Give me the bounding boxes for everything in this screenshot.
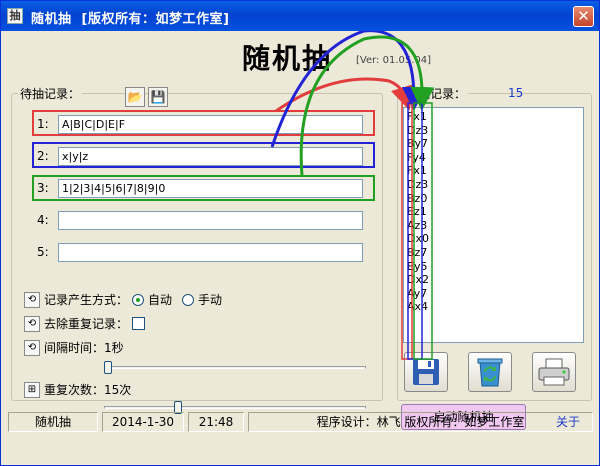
dedup-label: 去除重复记录： <box>44 317 129 331</box>
version-label: [Ver: 01.05.04] <box>356 55 432 66</box>
mode-auto-radio[interactable] <box>132 293 145 306</box>
floppy-icon <box>413 359 439 385</box>
dedup-checkbox[interactable] <box>132 317 146 330</box>
close-button[interactable]: ✕ <box>573 6 594 27</box>
drawn-item[interactable]: Ay7 <box>407 287 580 301</box>
repeat-label: 重复次数：15次 <box>44 383 132 397</box>
drawn-item[interactable]: Fy4 <box>407 151 580 165</box>
save-button[interactable]: 💾 <box>148 87 168 107</box>
interval-slider-thumb[interactable] <box>104 361 112 374</box>
status-app: 随机抽 <box>8 412 98 432</box>
drawn-legend: 已抽记录： <box>404 85 469 102</box>
row-1-highlight <box>32 110 375 136</box>
window-title: 随机抽 [版权所有：如梦工作室] <box>31 12 230 27</box>
drawn-item[interactable]: Ez1 <box>407 205 580 219</box>
main-panel: 随机抽 [Ver: 01.05.04] 待抽记录： 📂 💾 1: A|B|C|D… <box>4 31 597 463</box>
row-3-highlight <box>32 175 375 201</box>
open-folder-button[interactable]: 📂 <box>125 87 145 107</box>
status-credits: 程序设计：林飞 版权所有：如梦工作室 <box>248 412 593 432</box>
row-5-input[interactable] <box>58 243 363 262</box>
print-button[interactable] <box>532 352 576 392</box>
drawn-item[interactable]: Ey5 <box>407 260 580 274</box>
dedup-option: ⟲ 去除重复记录： <box>24 315 146 332</box>
pending-legend: 待抽记录： <box>18 85 83 102</box>
status-time: 21:48 <box>188 412 244 432</box>
drawn-item[interactable]: Dz3 <box>407 178 580 192</box>
mode-label: 记录产生方式： <box>44 293 129 307</box>
drawn-item[interactable]: Ax4 <box>407 300 580 314</box>
option-icon: ⟲ <box>24 339 40 356</box>
drawn-item[interactable]: Dx2 <box>407 273 580 287</box>
drawn-item[interactable]: Dz3 <box>407 124 580 138</box>
drawn-count: 15 <box>508 86 524 100</box>
title-bar[interactable]: 抽 随机抽 [版权所有：如梦工作室] ✕ <box>1 1 599 31</box>
row-5-number: 5: <box>37 245 49 259</box>
drawn-item[interactable]: Dx0 <box>407 232 580 246</box>
drawn-item[interactable]: Bz7 <box>407 246 580 260</box>
drawn-item[interactable]: Bz0 <box>407 192 580 206</box>
row-4-number: 4: <box>37 213 49 227</box>
option-icon: ⟲ <box>24 315 40 332</box>
option-icon: ⟲ <box>24 291 40 308</box>
interval-label: 间隔时间：1秒 <box>44 341 124 355</box>
row-4-input[interactable] <box>58 211 363 230</box>
save-icon: 💾 <box>150 90 166 104</box>
drawn-item[interactable]: Fx1 <box>407 164 580 178</box>
printer-icon <box>538 358 570 386</box>
interval-option: ⟲ 间隔时间：1秒 <box>24 339 124 356</box>
app-window: 抽 随机抽 [版权所有：如梦工作室] ✕ 随机抽 [Ver: 01.05.04]… <box>0 0 600 466</box>
recycle-icon <box>477 358 503 387</box>
drawn-item[interactable]: Fx1 <box>407 110 580 124</box>
interval-slider[interactable] <box>104 359 366 379</box>
app-icon: 抽 <box>7 8 23 24</box>
page-title: 随机抽 <box>242 42 333 75</box>
clear-button[interactable] <box>468 352 512 392</box>
mode-manual-label[interactable]: 手动 <box>198 291 222 308</box>
save-result-button[interactable] <box>404 352 448 392</box>
open-folder-icon: 📂 <box>127 90 143 104</box>
status-bar: 随机抽 2014-1-30 21:48 程序设计：林飞 版权所有：如梦工作室 <box>4 410 595 432</box>
mode-option: ⟲ 记录产生方式： 自动 手动 <box>24 291 222 308</box>
mode-auto-label[interactable]: 自动 <box>148 291 172 308</box>
drawn-item[interactable]: By7 <box>407 137 580 151</box>
repeat-option: ⊞ 重复次数：15次 <box>24 381 131 398</box>
drawn-item[interactable]: Az3 <box>407 219 580 233</box>
mode-manual-radio[interactable] <box>182 293 195 306</box>
status-date: 2014-1-30 <box>102 412 184 432</box>
drawn-list[interactable]: Fx1 Dz3 By7 Fy4 Fx1 Dz3 Bz0 Ez1 Az3 Dx0 Bz7 Ey5 Dx2 A… <box>403 107 584 343</box>
option-icon: ⊞ <box>24 381 40 398</box>
row-2-highlight <box>32 142 375 168</box>
